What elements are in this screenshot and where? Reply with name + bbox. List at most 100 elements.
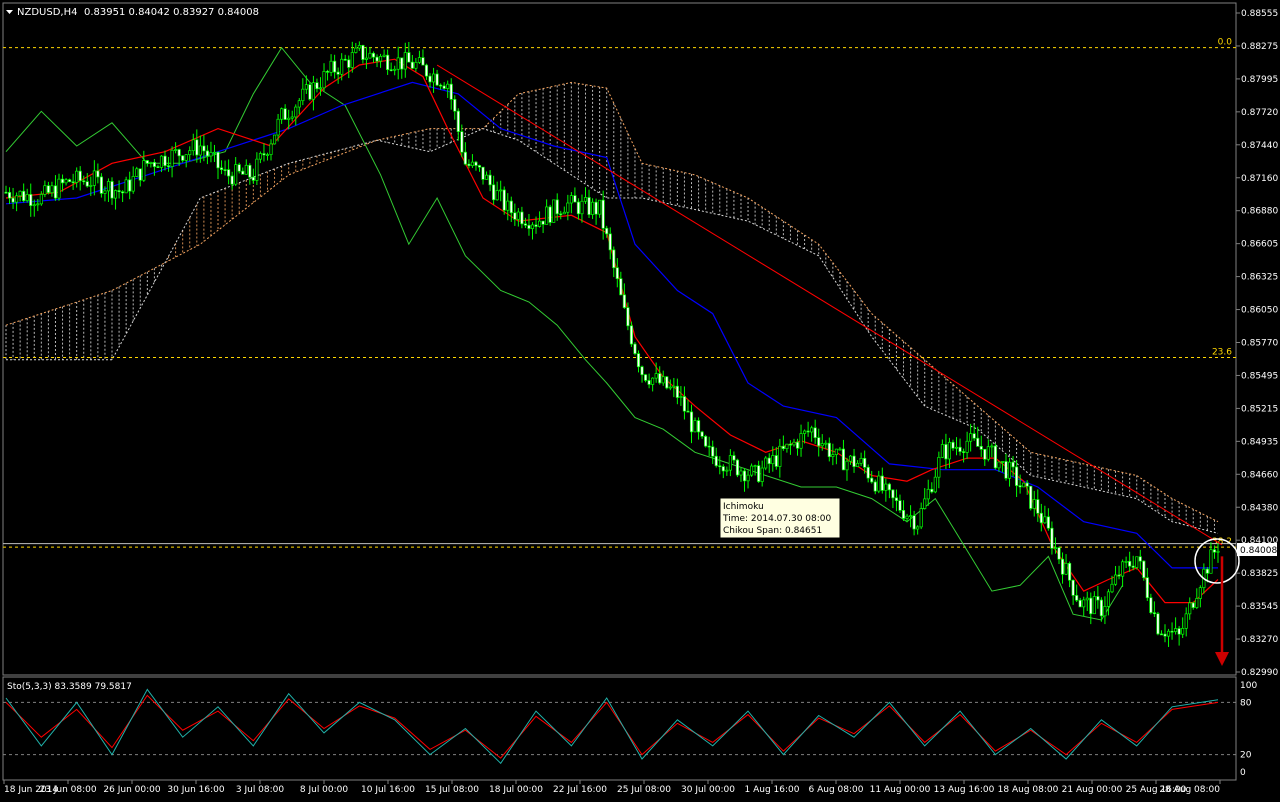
candle-body — [113, 190, 118, 199]
candle-body — [470, 161, 474, 167]
time-tick-label: 30 Jul 00:00 — [681, 785, 735, 795]
candle-body — [227, 169, 231, 177]
candle-body — [866, 466, 870, 479]
candle-body — [99, 176, 103, 194]
candle-body — [149, 162, 153, 164]
candle-body — [562, 211, 566, 215]
candle-body — [1092, 596, 1096, 615]
candle-body — [121, 191, 125, 194]
candle-body — [453, 99, 457, 112]
tooltip: Ichimoku Time: 2014.07.30 08:00 Chikou S… — [719, 497, 841, 539]
candle-body — [1106, 591, 1111, 607]
candle-body — [379, 56, 383, 62]
candle-body — [96, 170, 100, 178]
candle-body — [46, 185, 50, 194]
price-tick-label: 0.87440 — [1241, 141, 1278, 151]
candle-body — [1099, 599, 1103, 617]
candle-body — [887, 483, 891, 491]
candle-body — [477, 165, 482, 168]
candle-body — [739, 470, 743, 476]
candle-body — [191, 139, 195, 152]
candle-body — [1089, 597, 1093, 615]
candle-body — [852, 455, 856, 467]
candle-body — [1007, 461, 1012, 479]
stochastic-axis-label: 80 — [1240, 698, 1252, 708]
candle-body — [781, 445, 785, 450]
candle-body — [152, 162, 156, 167]
candle-body — [838, 448, 842, 451]
candle-body — [488, 174, 492, 186]
ichimoku-chart[interactable]: 0.023.638.2 0.885550.882750.879950.87720… — [0, 0, 1280, 798]
chart-window[interactable]: 0.0 23.6 38.2 0.88555 0.88275 0.87995 0.87720… — [0, 0, 1280, 798]
candle-body — [1177, 628, 1181, 635]
candle-body — [682, 396, 686, 412]
candle-body — [732, 455, 736, 461]
candle-body — [527, 224, 531, 229]
candle-body — [976, 437, 980, 447]
candle-body — [1075, 595, 1079, 601]
candle-body — [1142, 560, 1146, 579]
candle-body — [188, 150, 192, 156]
candle-body — [1103, 606, 1107, 617]
candle-body — [407, 52, 411, 63]
candle-body — [50, 185, 54, 194]
candle-body — [333, 60, 337, 73]
time-tick-label: 21 Aug 00:00 — [1062, 785, 1123, 795]
candle-body — [15, 195, 19, 203]
candle-body — [223, 169, 227, 171]
candle-body — [863, 457, 867, 468]
candle-body — [195, 139, 199, 156]
candle-body — [693, 420, 697, 433]
candle-body — [1000, 461, 1005, 463]
candle-body — [248, 164, 252, 178]
candle-body — [969, 433, 973, 442]
candle-body — [509, 200, 513, 214]
candle-body — [92, 170, 96, 186]
time-tick-label: 18 Aug 08:00 — [998, 785, 1059, 795]
candle-body — [859, 457, 863, 464]
candle-body — [485, 174, 489, 180]
tooltip-value: Chikou Span: 0.84651 — [723, 526, 822, 536]
candle-body — [873, 481, 877, 492]
price-tick-label: 0.88275 — [1241, 42, 1278, 52]
candle-body — [174, 149, 178, 151]
candle-body — [707, 445, 711, 448]
candle-body — [598, 199, 602, 215]
candle-body — [1145, 577, 1149, 599]
candle-body — [417, 57, 421, 63]
candle-body — [1043, 516, 1047, 524]
candle-body — [368, 52, 372, 59]
candle-body — [1050, 527, 1054, 549]
candle-body — [668, 386, 672, 389]
candle-body — [53, 185, 58, 199]
candle-body — [962, 451, 966, 453]
candle-body — [647, 380, 651, 385]
candle-body — [142, 160, 146, 181]
candle-body — [583, 197, 588, 202]
price-tick-label: 0.86880 — [1241, 207, 1278, 217]
candle-body — [219, 167, 224, 170]
candle-body — [1096, 596, 1100, 601]
time-tick-label: 23 Jun 08:00 — [39, 785, 96, 795]
candle-body — [555, 199, 559, 215]
candle-body — [916, 526, 920, 530]
candle-body — [216, 151, 220, 169]
candle-body — [714, 455, 718, 467]
candle-body — [294, 106, 298, 118]
candle-body — [813, 427, 817, 439]
candle-body — [926, 488, 930, 500]
tooltip-title: Ichimoku — [723, 502, 764, 512]
candle-body — [541, 220, 545, 225]
candle-body — [1022, 482, 1026, 488]
candle-body — [336, 71, 340, 75]
candle-body — [29, 194, 33, 206]
candle-body — [57, 178, 61, 199]
candle-body — [7, 192, 12, 199]
candle-body — [481, 166, 485, 180]
candle-body — [1121, 561, 1125, 577]
candle-body — [884, 483, 888, 491]
candle-body — [163, 155, 167, 167]
candle-body — [933, 476, 937, 493]
candle-body — [414, 61, 418, 69]
time-tick-label: 30 Jun 16:00 — [167, 785, 224, 795]
